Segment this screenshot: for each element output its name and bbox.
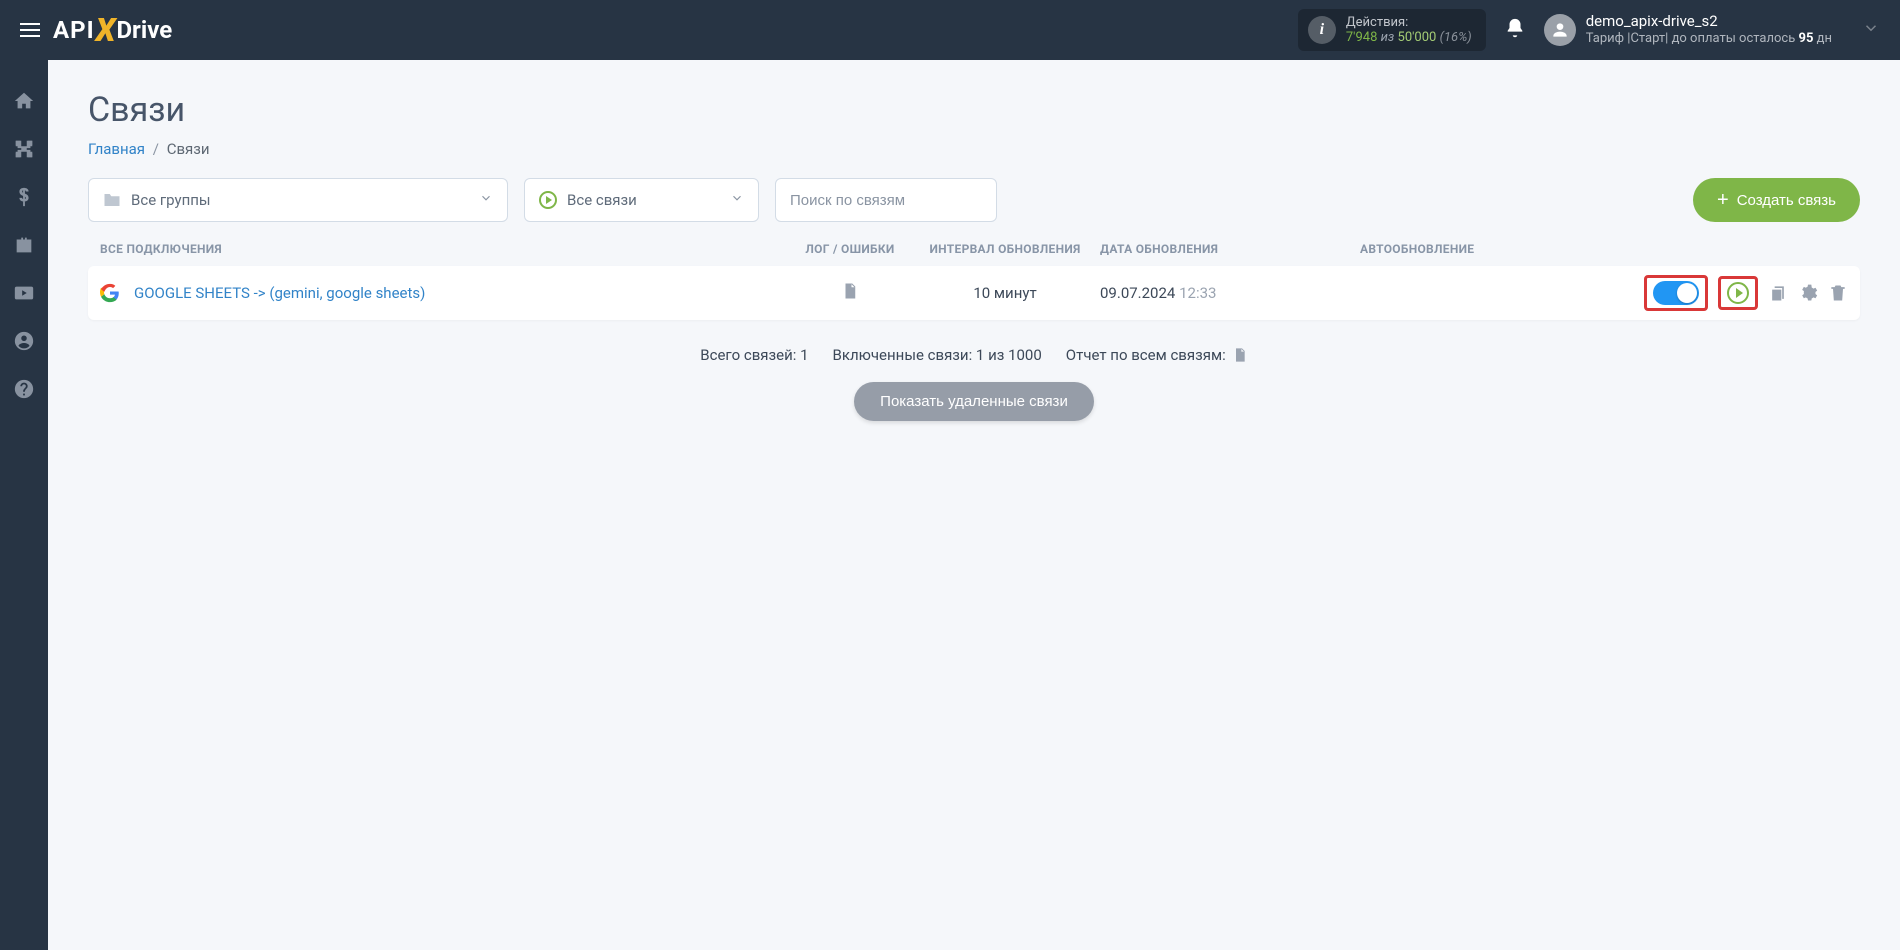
search-box[interactable] [775, 178, 997, 222]
col-auto-header: АВТООБНОВЛЕНИЕ [1300, 242, 1848, 256]
folder-icon [103, 192, 121, 208]
user-name: demo_apix-drive_s2 [1586, 12, 1832, 32]
summary-bar: Всего связей: 1 Включенные связи: 1 из 1… [88, 346, 1860, 364]
chevron-down-icon[interactable] [1862, 19, 1880, 41]
sidebar [0, 60, 48, 950]
plus-icon: + [1717, 189, 1729, 212]
info-icon: i [1308, 16, 1336, 44]
table-header: ВСЕ ПОДКЛЮЧЕНИЯ ЛОГ / ОШИБКИ ИНТЕРВАЛ ОБ… [88, 242, 1860, 266]
summary-enabled: Включенные связи: 1 из 1000 [833, 346, 1042, 364]
table-row: GOOGLE SHEETS -> (gemini, google sheets)… [88, 266, 1860, 320]
account-icon[interactable] [13, 330, 35, 352]
breadcrumb-home[interactable]: Главная [88, 140, 145, 158]
col-interval-header: ИНТЕРВАЛ ОБНОВЛЕНИЯ [910, 242, 1100, 256]
top-header: API X Drive i Действия: 7'948 из 50'000 … [0, 0, 1900, 60]
notifications-icon[interactable] [1504, 17, 1526, 43]
col-date-header: ДАТА ОБНОВЛЕНИЯ [1100, 242, 1300, 256]
chevron-down-icon [479, 191, 493, 209]
copy-icon[interactable] [1768, 283, 1788, 303]
log-document-icon[interactable] [841, 281, 859, 301]
main-content: Связи Главная / Связи Все группы Все свя… [48, 60, 1900, 950]
interval-value: 10 минут [910, 284, 1100, 302]
highlight-play [1718, 276, 1758, 310]
logo-part-api: API [53, 16, 95, 44]
breadcrumb-current: Связи [167, 140, 210, 158]
show-deleted-button[interactable]: Показать удаленные связи [854, 382, 1094, 421]
run-now-button[interactable] [1727, 282, 1749, 304]
report-document-icon [1232, 346, 1248, 364]
page-title: Связи [88, 90, 1860, 130]
create-button-label: Создать связь [1737, 192, 1836, 209]
billing-icon[interactable] [13, 186, 35, 208]
highlight-toggle [1644, 275, 1708, 311]
google-icon [100, 283, 120, 303]
connection-name-link[interactable]: GOOGLE SHEETS -> (gemini, google sheets) [134, 284, 425, 302]
breadcrumb-separator: / [153, 140, 159, 158]
logo[interactable]: API X Drive [53, 11, 172, 49]
logo-part-drive: Drive [116, 16, 172, 44]
connections-icon[interactable] [13, 138, 35, 160]
avatar-icon [1544, 14, 1576, 46]
summary-report[interactable]: Отчет по всем связям: [1066, 346, 1248, 364]
play-icon [539, 191, 557, 209]
user-tariff: Тариф |Старт| до оплаты осталось 95 дн [1586, 31, 1832, 48]
col-log-header: ЛОГ / ОШИБКИ [790, 242, 910, 256]
search-input[interactable] [790, 192, 982, 209]
date-value: 09.07.2024 12:33 [1100, 284, 1300, 302]
create-connection-button[interactable]: + Создать связь [1693, 178, 1860, 222]
groups-select[interactable]: Все группы [88, 178, 508, 222]
auto-update-toggle[interactable] [1653, 281, 1699, 305]
filter-bar: Все группы Все связи + Создать связь [88, 178, 1860, 222]
home-icon[interactable] [13, 90, 35, 112]
actions-value: 7'948 из 50'000 (16%) [1346, 30, 1472, 45]
menu-toggle-icon[interactable] [12, 15, 48, 45]
help-icon[interactable] [13, 378, 35, 400]
actions-label: Действия: [1346, 15, 1472, 30]
user-menu[interactable]: demo_apix-drive_s2 Тариф |Старт| до опла… [1544, 12, 1832, 48]
connections-select[interactable]: Все связи [524, 178, 759, 222]
summary-total: Всего связей: 1 [700, 346, 808, 364]
actions-usage-badge[interactable]: i Действия: 7'948 из 50'000 (16%) [1298, 9, 1486, 51]
breadcrumb: Главная / Связи [88, 140, 1860, 158]
logo-part-x: X [96, 11, 116, 49]
trash-icon[interactable] [1828, 283, 1848, 303]
briefcase-icon[interactable] [13, 234, 35, 256]
connections-select-label: Все связи [567, 191, 637, 209]
col-name-header: ВСЕ ПОДКЛЮЧЕНИЯ [100, 242, 790, 256]
gear-icon[interactable] [1798, 283, 1818, 303]
video-icon[interactable] [13, 282, 35, 304]
user-info: demo_apix-drive_s2 Тариф |Старт| до опла… [1586, 12, 1832, 48]
chevron-down-icon [730, 191, 744, 209]
groups-select-label: Все группы [131, 191, 211, 209]
